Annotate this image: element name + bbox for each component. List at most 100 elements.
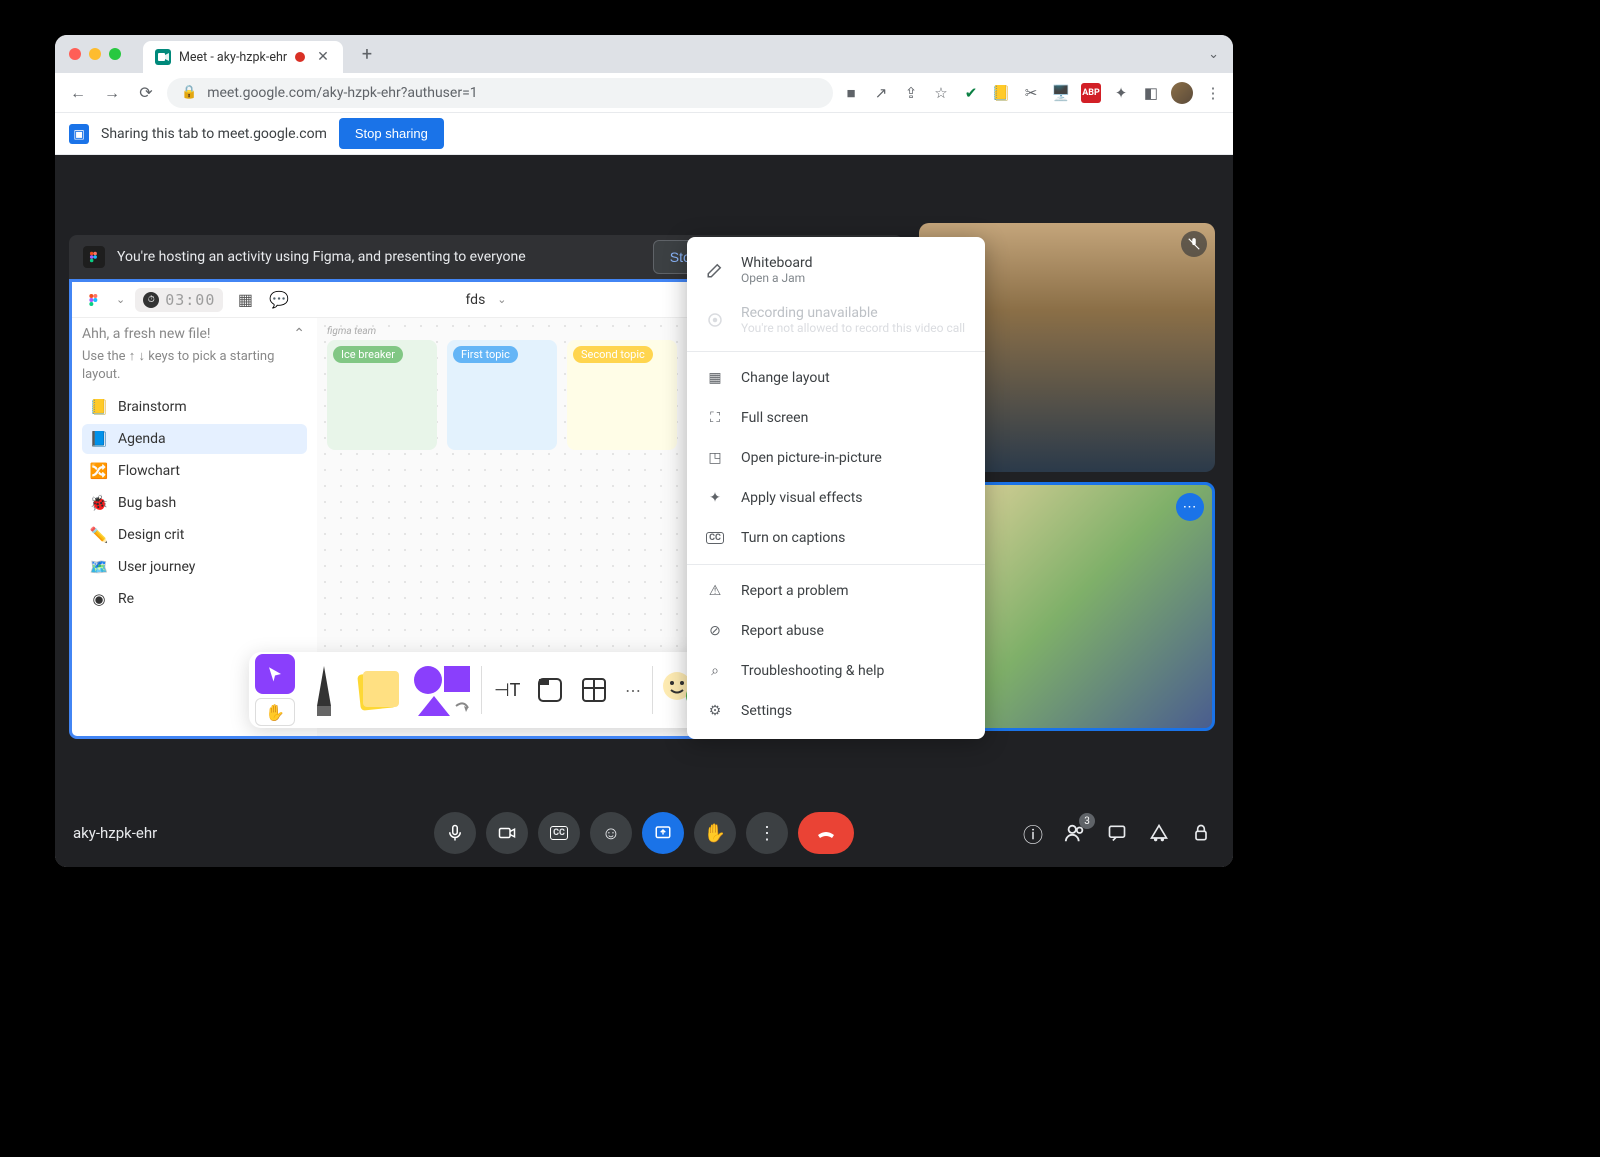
sticky-tool[interactable] xyxy=(353,658,403,722)
gear-icon: ⚙ xyxy=(705,701,725,721)
chat-button[interactable] xyxy=(1103,819,1131,847)
recording-indicator-icon xyxy=(295,52,305,62)
template-agenda[interactable]: 📘Agenda xyxy=(82,424,307,454)
menu-whiteboard[interactable]: WhiteboardOpen a Jam xyxy=(687,245,985,295)
minimize-window-icon[interactable] xyxy=(89,48,101,60)
panel-hint-title: Ahh, a fresh new file! xyxy=(82,326,307,342)
comment-icon[interactable]: 💬 xyxy=(267,288,291,312)
extension-monitor-icon[interactable]: 🖥️ xyxy=(1051,83,1071,103)
table-tool[interactable] xyxy=(574,658,614,722)
camera-icon[interactable]: ■ xyxy=(841,83,861,103)
layout-icon[interactable]: ▦ xyxy=(233,288,257,312)
menu-report-problem[interactable]: ⚠Report a problem xyxy=(687,571,985,611)
shapes-tool[interactable] xyxy=(407,658,477,722)
menu-change-layout[interactable]: ▦Change layout xyxy=(687,358,985,398)
activities-button[interactable] xyxy=(1145,819,1173,847)
select-tool[interactable] xyxy=(255,654,295,694)
map-icon: 🗺️ xyxy=(90,558,108,576)
extension-green-icon[interactable]: ✔ xyxy=(961,83,981,103)
bookmark-star-icon[interactable]: ☆ xyxy=(931,83,951,103)
camera-button[interactable] xyxy=(486,812,528,854)
sparkle-icon: ✦ xyxy=(705,488,725,508)
layout-grid-icon: ▦ xyxy=(705,368,725,388)
agenda-card-1[interactable]: Ice breaker xyxy=(327,340,437,450)
file-title[interactable]: fds⌄ xyxy=(465,292,506,308)
menu-report-abuse[interactable]: ⊘Report abuse xyxy=(687,611,985,651)
captions-icon: CC xyxy=(705,528,725,548)
chrome-menu-icon[interactable]: ⋮ xyxy=(1203,83,1223,103)
template-more[interactable]: ◉Re xyxy=(82,584,307,614)
marker-tool[interactable] xyxy=(299,658,349,722)
brainstorm-icon: 📒 xyxy=(90,398,108,416)
template-brainstorm[interactable]: 📒Brainstorm xyxy=(82,392,307,422)
profile-avatar-icon[interactable] xyxy=(1171,82,1193,104)
stop-sharing-button[interactable]: Stop sharing xyxy=(339,118,444,149)
menu-pip[interactable]: ◳Open picture-in-picture xyxy=(687,438,985,478)
window-controls[interactable] xyxy=(69,48,121,60)
template-bug-bash[interactable]: 🐞Bug bash xyxy=(82,488,307,518)
browser-tab[interactable]: Meet - aky-hzpk-ehr ✕ xyxy=(143,41,343,73)
close-window-icon[interactable] xyxy=(69,48,81,60)
more-tools[interactable]: ⋯ xyxy=(618,658,648,722)
figma-menu-icon[interactable] xyxy=(82,288,106,312)
participants-button[interactable]: 3 xyxy=(1061,819,1089,847)
menu-captions[interactable]: CCTurn on captions xyxy=(687,518,985,558)
pen-icon xyxy=(705,260,725,280)
agenda-card-2[interactable]: First topic xyxy=(447,340,557,450)
meet-bottom-bar: aky-hzpk-ehr CC ☺ ✋ ⋮ ⓘ 3 xyxy=(55,799,1233,867)
lock-icon: 🔒 xyxy=(181,85,197,100)
meet-more-menu: WhiteboardOpen a Jam Recording unavailab… xyxy=(687,237,985,739)
timer-icon: ⏱ xyxy=(143,292,159,308)
open-external-icon[interactable]: ↗ xyxy=(871,83,891,103)
pip-icon: ◳ xyxy=(705,448,725,468)
figma-timer[interactable]: ⏱ 03:00 xyxy=(135,288,223,312)
maximize-window-icon[interactable] xyxy=(109,48,121,60)
more-options-button[interactable]: ⋮ xyxy=(746,812,788,854)
hangup-button[interactable] xyxy=(798,812,854,854)
menu-settings[interactable]: ⚙Settings xyxy=(687,691,985,731)
template-design-crit[interactable]: ✏️Design crit xyxy=(82,520,307,550)
present-button[interactable] xyxy=(642,812,684,854)
muted-icon xyxy=(1181,231,1207,257)
section-tool[interactable] xyxy=(530,658,570,722)
browser-window: Meet - aky-hzpk-ehr ✕ + ⌄ ← → ⟳ 🔒 meet.g… xyxy=(55,35,1233,867)
flowchart-icon: 🔀 xyxy=(90,462,108,480)
svg-text:⊣T: ⊣T xyxy=(494,680,520,701)
collapse-panel-icon[interactable]: ⌃ xyxy=(293,326,305,342)
reactions-button[interactable]: ☺ xyxy=(590,812,632,854)
text-tool[interactable]: ⊣T xyxy=(486,658,526,722)
extension-abp-icon[interactable]: ABP xyxy=(1081,83,1101,103)
template-flowchart[interactable]: 🔀Flowchart xyxy=(82,456,307,486)
template-user-journey[interactable]: 🗺️User journey xyxy=(82,552,307,582)
sidepanel-icon[interactable]: ◧ xyxy=(1141,83,1161,103)
host-controls-button[interactable] xyxy=(1187,819,1215,847)
menu-full-screen[interactable]: ⛶Full screen xyxy=(687,398,985,438)
timer-value: 03:00 xyxy=(165,291,215,309)
menu-troubleshooting[interactable]: ⌕Troubleshooting & help xyxy=(687,651,985,691)
mic-button[interactable] xyxy=(434,812,476,854)
extensions-puzzle-icon[interactable]: ✦ xyxy=(1111,83,1131,103)
radio-icon: ◉ xyxy=(90,590,108,608)
new-tab-button[interactable]: + xyxy=(353,44,381,65)
menu-visual-effects[interactable]: ✦Apply visual effects xyxy=(687,478,985,518)
agenda-icon: 📘 xyxy=(90,430,108,448)
tabs-dropdown-icon[interactable]: ⌄ xyxy=(1208,47,1219,62)
tile-more-icon[interactable]: ⋯ xyxy=(1176,493,1204,521)
back-button[interactable]: ← xyxy=(65,80,91,106)
meeting-details-button[interactable]: ⓘ xyxy=(1019,819,1047,847)
share-icon[interactable]: ⇪ xyxy=(901,83,921,103)
extension-folder-icon[interactable]: 📒 xyxy=(991,83,1011,103)
reload-button[interactable]: ⟳ xyxy=(133,80,159,106)
extension-scissors-icon[interactable]: ✂︎ xyxy=(1021,83,1041,103)
hand-tool[interactable]: ✋ xyxy=(255,698,295,726)
chevron-down-icon[interactable]: ⌄ xyxy=(116,293,125,306)
figma-icon xyxy=(83,246,105,268)
forward-button[interactable]: → xyxy=(99,80,125,106)
tab-title: Meet - aky-hzpk-ehr xyxy=(179,50,287,65)
agenda-card-3[interactable]: Second topic xyxy=(567,340,677,450)
url-input[interactable]: 🔒 meet.google.com/aky-hzpk-ehr?authuser=… xyxy=(167,78,833,108)
captions-button[interactable]: CC xyxy=(538,812,580,854)
menu-recording: Recording unavailableYou're not allowed … xyxy=(687,295,985,345)
raise-hand-button[interactable]: ✋ xyxy=(694,812,736,854)
close-tab-icon[interactable]: ✕ xyxy=(317,49,329,65)
